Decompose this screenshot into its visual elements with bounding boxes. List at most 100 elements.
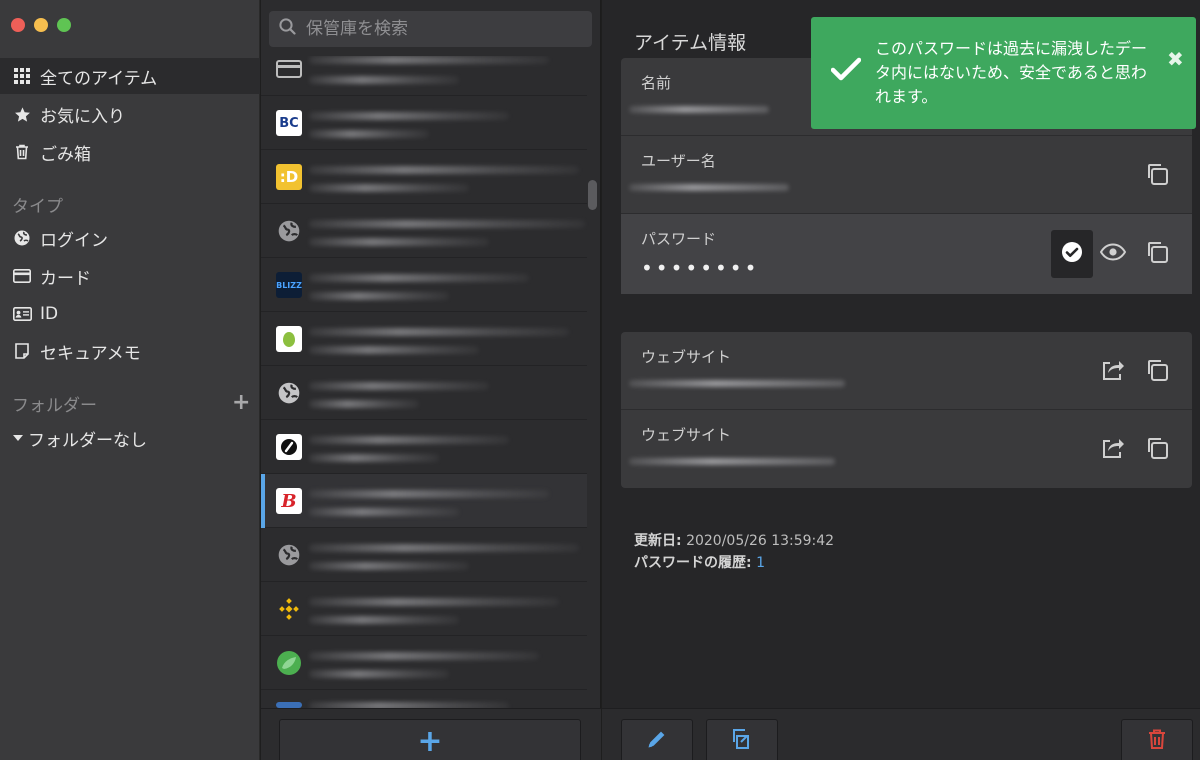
delete-button[interactable] (1121, 719, 1193, 760)
password-history-label: パスワードの履歴: (634, 555, 752, 571)
card-icon (276, 56, 302, 82)
edit-button[interactable] (621, 719, 693, 760)
username-field: ユーザー名 (621, 136, 1192, 214)
copy-username-button[interactable] (1137, 156, 1177, 196)
nav-type-card[interactable]: カード (0, 258, 260, 294)
globe-icon (12, 230, 32, 246)
nav-label: セキュアメモ (40, 343, 141, 364)
field-label: ユーザー名 (641, 152, 716, 170)
plus-icon: + (417, 723, 443, 759)
websites-card: ウェブサイト ウェブサイト (621, 332, 1192, 488)
globe-icon (276, 380, 302, 406)
list-item[interactable] (261, 582, 587, 636)
diamond-logo (276, 596, 302, 622)
add-item-button[interactable]: + (279, 719, 581, 760)
list-item[interactable] (261, 528, 587, 582)
window-zoom-button[interactable] (57, 18, 71, 32)
password-history-link[interactable]: 1 (756, 555, 765, 571)
nav-type-secure-note[interactable]: セキュアメモ (0, 333, 260, 369)
grid-icon (12, 68, 32, 84)
nav-folder-none[interactable]: フォルダーなし (0, 420, 260, 456)
toast-message: このパスワードは過去に漏洩したデータ内にはないため、安全であると思われます。 (875, 39, 1148, 106)
updated-line: 更新日: 2020/05/26 13:59:42 (634, 530, 834, 552)
add-folder-button[interactable]: + (232, 392, 250, 414)
list-scrollbar[interactable] (588, 180, 597, 210)
copy-icon (1145, 162, 1169, 191)
id-logo: :D (276, 164, 302, 190)
caret-down-icon (12, 434, 24, 442)
detail-footer (602, 708, 1200, 760)
copy-password-button[interactable] (1137, 234, 1177, 274)
clone-icon (730, 727, 754, 756)
list-footer: + (261, 708, 601, 760)
nav-trash[interactable]: ごみ箱 (0, 134, 260, 170)
nav-type-login[interactable]: ログイン (0, 220, 260, 256)
nav-label: ID (40, 304, 59, 324)
copy-icon (1145, 358, 1169, 387)
trash-icon (1147, 728, 1167, 755)
trash-icon (12, 144, 32, 160)
name-value (629, 106, 769, 113)
list-item[interactable] (261, 366, 587, 420)
bc-logo: BC (276, 110, 302, 136)
nav-label: ごみ箱 (40, 144, 91, 165)
nav-type-identity[interactable]: ID (0, 296, 260, 332)
nav-label: 全てのアイテム (40, 68, 158, 89)
checkmark-icon (830, 57, 862, 86)
list-item[interactable]: BC (261, 96, 587, 150)
speedometer-logo (276, 434, 302, 460)
note-icon (12, 343, 32, 359)
app-logo (276, 326, 302, 352)
website-value (629, 380, 845, 387)
eye-icon (1099, 242, 1127, 266)
list-item[interactable]: :D (261, 150, 587, 204)
star-icon (12, 106, 32, 123)
close-icon[interactable]: ✖ (1167, 47, 1184, 71)
copy-website-button[interactable] (1137, 352, 1177, 392)
id-card-icon (12, 307, 32, 321)
window-minimize-button[interactable] (34, 18, 48, 32)
clone-button[interactable] (706, 719, 778, 760)
check-circle-icon (1061, 241, 1083, 268)
folder-section-heading: フォルダー (12, 396, 97, 416)
detail-title: アイテム情報 (634, 32, 747, 54)
list-item-selected[interactable]: B (261, 474, 587, 528)
b-logo: B (276, 488, 302, 514)
list-item[interactable] (261, 56, 587, 96)
list-item[interactable] (261, 690, 587, 708)
website-field-1: ウェブサイト (621, 332, 1192, 410)
check-password-button[interactable] (1051, 230, 1093, 278)
nav-label: ログイン (40, 230, 108, 251)
blizzard-logo: BLIZZ (276, 272, 302, 298)
list-item[interactable] (261, 636, 587, 690)
list-item[interactable] (261, 312, 587, 366)
sidebar: 全てのアイテム お気に入り ごみ箱 タイプ ログイン カード ID セキュアメモ… (0, 0, 260, 760)
nav-label: カード (40, 268, 91, 289)
success-toast: このパスワードは過去に漏洩したデータ内にはないため、安全であると思われます。 ✖ (811, 17, 1196, 129)
pencil-icon (646, 728, 668, 755)
search-input[interactable] (306, 19, 566, 39)
nav-all-items[interactable]: 全てのアイテム (0, 58, 260, 94)
launch-website-button[interactable] (1093, 352, 1133, 392)
item-meta: 更新日: 2020/05/26 13:59:42 パスワードの履歴: 1 (634, 530, 834, 574)
username-value (629, 184, 789, 191)
password-field: パスワード •••••••• (621, 214, 1192, 294)
globe-icon (276, 218, 302, 244)
search-icon (279, 18, 296, 40)
website-value (629, 458, 835, 465)
copy-icon (1145, 436, 1169, 465)
nav-label: フォルダーなし (28, 430, 147, 451)
vault-item-list: BC :D BLIZZ (261, 0, 601, 760)
list-item[interactable] (261, 420, 587, 474)
window-close-button[interactable] (11, 18, 25, 32)
copy-website-button[interactable] (1137, 430, 1177, 470)
launch-website-button[interactable] (1093, 430, 1133, 470)
list-item[interactable] (261, 204, 587, 258)
search-box[interactable] (269, 11, 592, 47)
nav-favorites[interactable]: お気に入り (0, 96, 260, 132)
field-label: ウェブサイト (641, 426, 732, 444)
website-field-2: ウェブサイト (621, 410, 1192, 488)
toggle-password-visibility-button[interactable] (1093, 234, 1133, 274)
globe-icon (276, 542, 302, 568)
list-item[interactable]: BLIZZ (261, 258, 587, 312)
